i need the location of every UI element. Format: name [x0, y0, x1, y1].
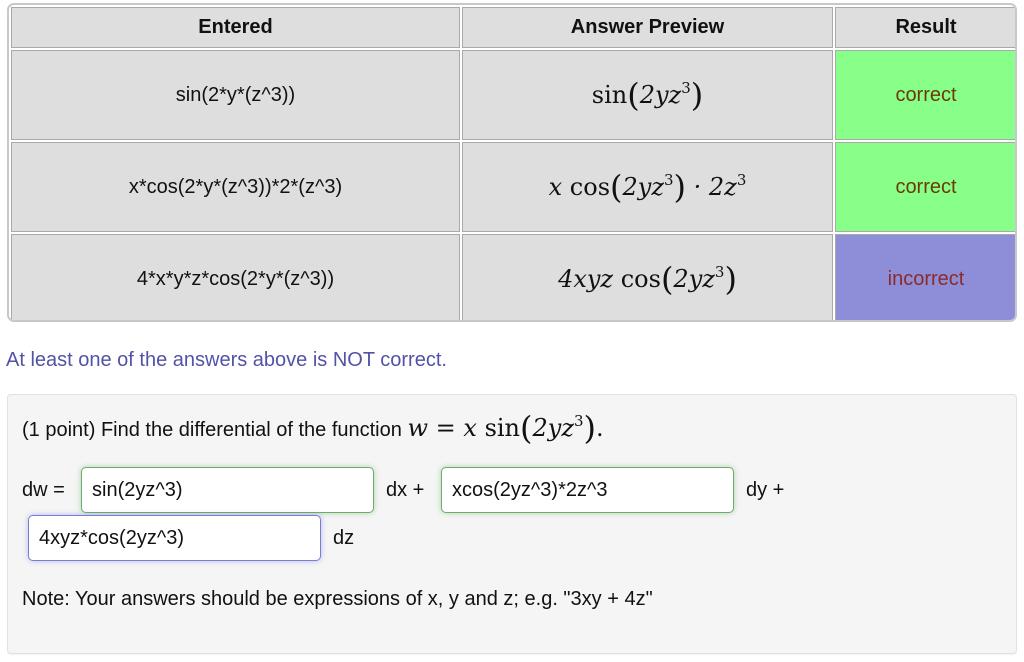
dw-label: dw = [22, 479, 65, 501]
header-result: Result [835, 7, 1015, 48]
math-prefix: x [548, 173, 563, 201]
problem-points: (1 point) [22, 419, 96, 441]
math-argument: 2yz [673, 265, 715, 293]
problem-prompt: Find the differential of the function [100, 419, 402, 441]
result-cell-incorrect: incorrect [835, 234, 1015, 320]
entered-cell: x*cos(2*y*(z^3))*2*(z^3) [11, 142, 460, 232]
table-row: 4*x*y*z*cos(2*y*(z^3)) 4xyz cos(2yz3) in… [11, 234, 1015, 320]
preview-cell: 4xyz cos(2yz3) [462, 234, 833, 320]
math-argument: 2yz [639, 81, 682, 109]
problem-statement: (1 point) Find the differential of the f… [22, 409, 604, 447]
problem-panel: (1 point) Find the differential of the f… [7, 394, 1017, 654]
math-exponent: 3 [663, 171, 674, 189]
math-suffix-exponent: 3 [736, 171, 747, 189]
results-table: Entered Answer Preview Result sin(2*y*(z… [9, 5, 1015, 320]
math-function: sin [484, 414, 521, 442]
preview-math: x cos(2yz3) · 2z3 [548, 168, 747, 206]
math-prefix: 4xyz [558, 265, 614, 293]
math-argument: 2yz [622, 173, 664, 201]
math-function: cos [620, 265, 661, 293]
result-cell-correct: correct [835, 50, 1015, 140]
summary-message: At least one of the answers above is NOT… [6, 349, 447, 371]
math-exponent: 3 [681, 79, 691, 97]
problem-note: Note: Your answers should be expressions… [22, 588, 653, 610]
table-header-row: Entered Answer Preview Result [11, 7, 1015, 48]
math-suffix: · 2z [693, 173, 737, 201]
entered-cell: sin(2*y*(z^3)) [11, 50, 460, 140]
math-argument: 2yz [532, 414, 574, 442]
dy-label: dy + [746, 479, 785, 501]
preview-cell: x cos(2yz3) · 2z3 [462, 142, 833, 232]
dx-answer-input[interactable] [81, 467, 374, 513]
math-function: sin [591, 81, 628, 109]
entered-cell: 4*x*y*z*cos(2*y*(z^3)) [11, 234, 460, 320]
results-table-container: Entered Answer Preview Result sin(2*y*(z… [7, 3, 1017, 322]
header-answer-preview: Answer Preview [462, 7, 833, 48]
preview-cell: sin(2yz3) [462, 50, 833, 140]
math-lhs: w [407, 414, 428, 442]
function-formula: w = x sin(2yz3). [407, 409, 604, 447]
preview-math: 4xyz cos(2yz3) [558, 260, 737, 298]
table-row: sin(2*y*(z^3)) sin(2yz3) correct [11, 50, 1015, 140]
math-period: . [596, 414, 604, 442]
math-equals: = [435, 414, 456, 442]
math-prefix: x [463, 414, 477, 442]
preview-math: sin(2yz3) [591, 76, 704, 114]
dy-answer-input[interactable] [441, 467, 734, 513]
table-row: x*cos(2*y*(z^3))*2*(z^3) x cos(2yz3) · 2… [11, 142, 1015, 232]
math-function: cos [569, 173, 611, 201]
math-exponent: 3 [573, 412, 584, 430]
result-cell-correct: correct [835, 142, 1015, 232]
dx-label: dx + [386, 479, 425, 501]
dz-label: dz [333, 527, 355, 549]
header-entered: Entered [11, 7, 460, 48]
dz-answer-input[interactable] [28, 515, 321, 561]
